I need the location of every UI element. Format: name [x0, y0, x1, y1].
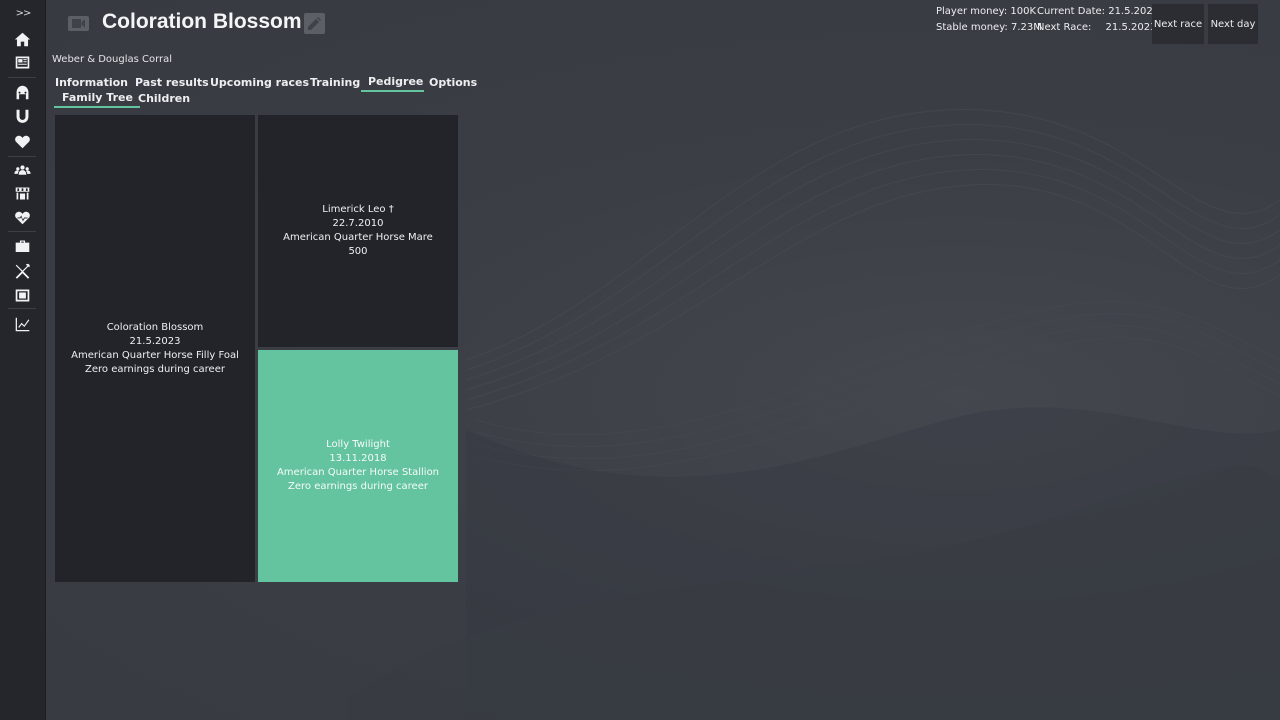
- tab-training[interactable]: Training: [310, 76, 360, 91]
- horse-earnings: Zero earnings during career: [277, 480, 439, 494]
- edit-icon[interactable]: [304, 13, 325, 34]
- horse-breed: American Quarter Horse Mare: [283, 231, 433, 245]
- home-icon[interactable]: [12, 29, 32, 49]
- camera-icon[interactable]: [68, 16, 89, 31]
- tree-node-mother[interactable]: Limerick Leo † 22.7.2010 American Quarte…: [258, 115, 458, 347]
- page-title: Coloration Blossom: [102, 10, 302, 34]
- horse-birth-date: 22.7.2010: [283, 217, 433, 231]
- tools-icon[interactable]: [12, 261, 32, 281]
- next-race-value: 21.5.2023: [1106, 22, 1157, 33]
- money-info: Player money: 100K Stable money: 7.23M: [936, 4, 1042, 36]
- tree-node-self[interactable]: Coloration Blossom 21.5.2023 American Qu…: [55, 115, 255, 582]
- horseshoe-icon[interactable]: [12, 106, 32, 126]
- horse-earnings: Zero earnings during career: [71, 363, 239, 377]
- subtab-children[interactable]: Children: [138, 92, 190, 107]
- sidebar-divider: [8, 156, 36, 157]
- newspaper-icon[interactable]: [12, 52, 32, 72]
- tab-information[interactable]: Information: [55, 76, 128, 91]
- horse-icon[interactable]: [12, 82, 32, 102]
- subtab-family-tree[interactable]: Family Tree: [62, 91, 133, 106]
- date-info: Current Date: 21.5.2023 Next Race: 21.5.…: [1037, 4, 1159, 36]
- horse-breed: American Quarter Horse Filly Foal: [71, 349, 239, 363]
- tree-node-father[interactable]: Lolly Twilight 13.11.2018 American Quart…: [258, 350, 458, 582]
- horse-birth-date: 21.5.2023: [71, 335, 239, 349]
- horse-earnings: 500: [283, 245, 433, 259]
- id-card-icon[interactable]: [12, 285, 32, 305]
- stable-money-label: Stable money:: [936, 22, 1008, 33]
- next-day-button[interactable]: Next day: [1208, 4, 1258, 44]
- briefcase-icon[interactable]: [12, 236, 32, 256]
- horse-birth-date: 13.11.2018: [277, 452, 439, 466]
- horse-breed: American Quarter Horse Stallion: [277, 466, 439, 480]
- sidebar-divider: [8, 308, 36, 309]
- sidebar-divider: [8, 231, 36, 232]
- app-window: >>: [0, 0, 1280, 720]
- chart-icon[interactable]: [12, 314, 32, 334]
- tab-pedigree[interactable]: Pedigree: [368, 75, 423, 90]
- people-icon[interactable]: [12, 160, 32, 180]
- horse-name: Limerick Leo †: [283, 203, 433, 217]
- store-icon[interactable]: [12, 183, 32, 203]
- horse-name: Lolly Twilight: [277, 438, 439, 452]
- tab-options[interactable]: Options: [429, 76, 477, 91]
- player-money-value: 100K: [1010, 6, 1036, 17]
- heart-icon[interactable]: [12, 131, 32, 151]
- sidebar: >>: [0, 0, 46, 720]
- horse-name: Coloration Blossom: [71, 321, 239, 335]
- next-race-button[interactable]: Next race: [1152, 4, 1204, 44]
- health-icon[interactable]: [12, 207, 32, 227]
- sidebar-divider: [8, 77, 36, 78]
- player-money-label: Player money:: [936, 6, 1007, 17]
- tab-past-results[interactable]: Past results: [135, 76, 209, 91]
- tab-upcoming-races[interactable]: Upcoming races: [210, 76, 309, 91]
- sidebar-expand-button[interactable]: >>: [0, 8, 46, 19]
- current-date-label: Current Date:: [1037, 6, 1105, 17]
- stable-name: Weber & Douglas Corral: [52, 54, 172, 65]
- next-race-label: Next Race:: [1037, 22, 1091, 33]
